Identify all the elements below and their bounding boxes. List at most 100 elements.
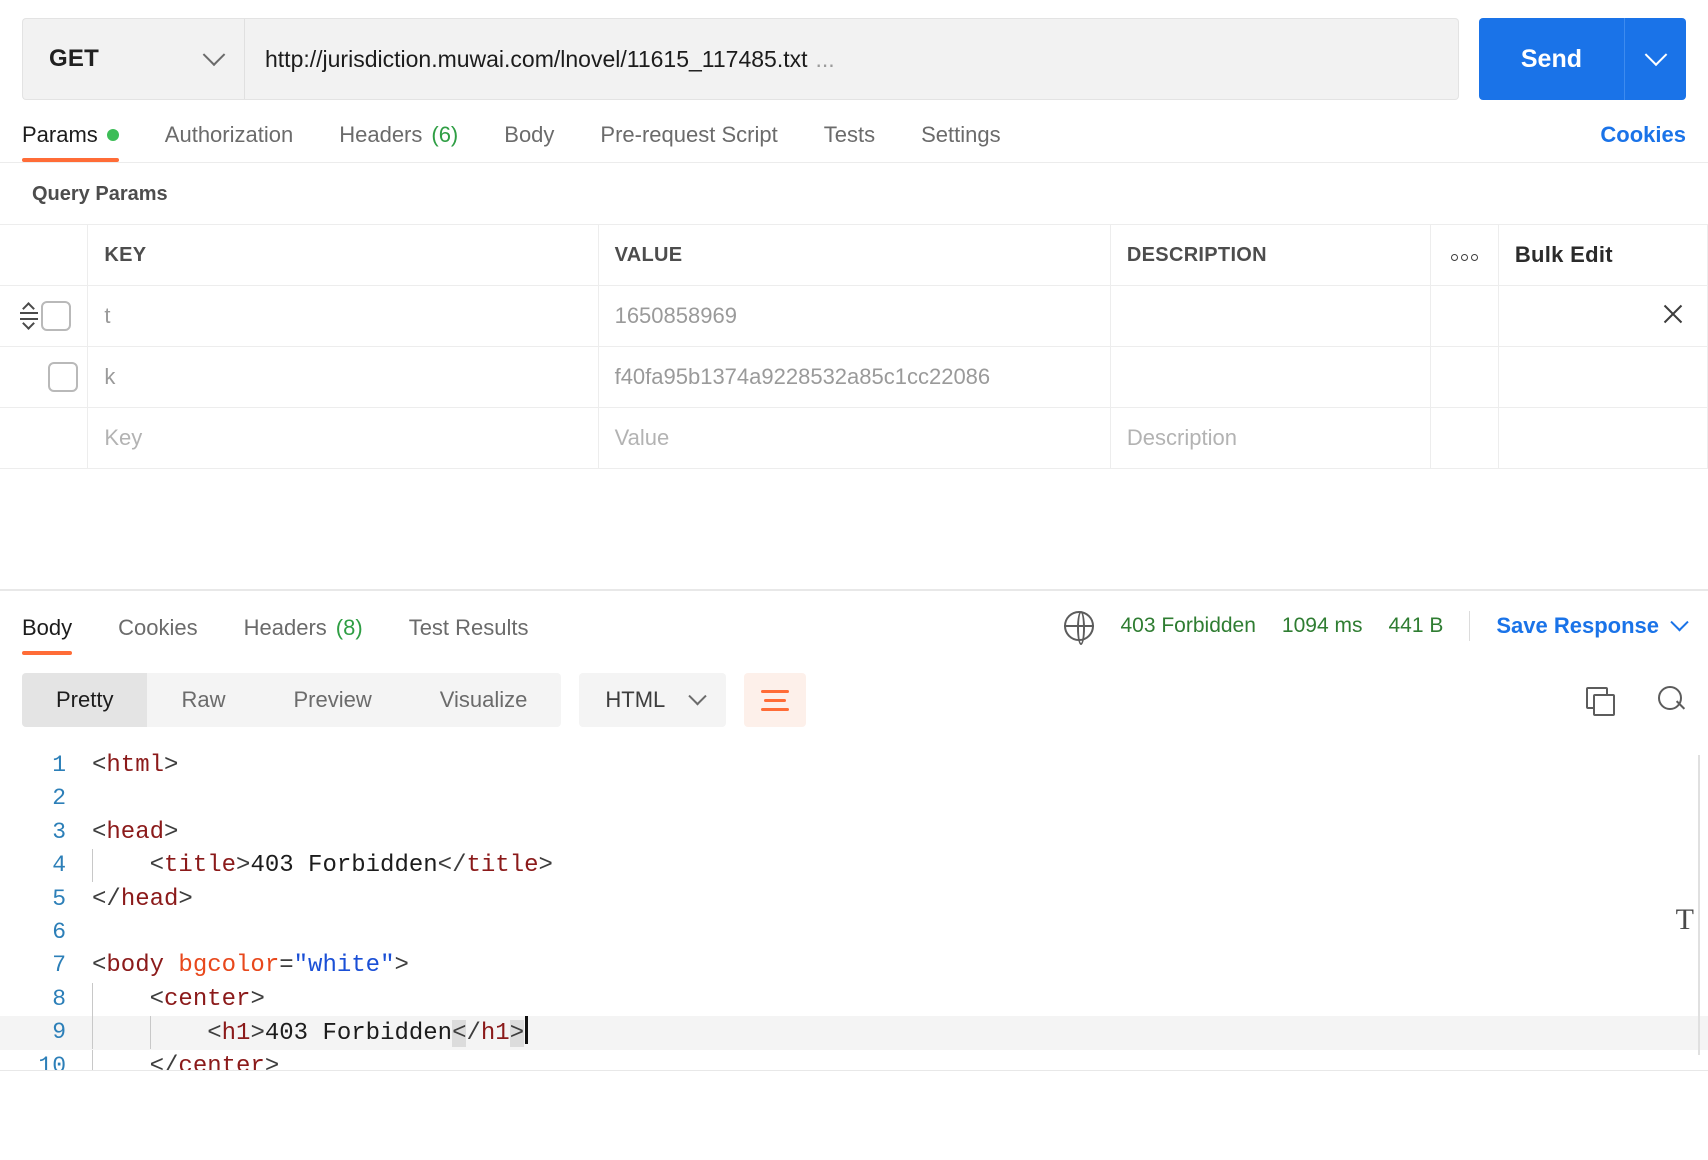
code-token-punct: > [164, 818, 179, 846]
http-method-select[interactable]: GET [22, 18, 244, 100]
new-param-row[interactable]: Key Value Description [0, 407, 1708, 469]
response-tab-headers-count: (8) [335, 615, 363, 640]
view-raw-button[interactable]: Raw [147, 673, 259, 727]
tab-body-label: Body [504, 122, 555, 147]
response-status[interactable]: 403 Forbidden [1120, 614, 1255, 638]
line-number: 7 [52, 952, 66, 979]
tab-authorization[interactable]: Authorization [165, 122, 293, 162]
response-language-select[interactable]: HTML [579, 673, 727, 727]
row-delete-cell [1498, 346, 1708, 408]
code-line[interactable]: 9 <h1>403 Forbidden</h1> [0, 1015, 1708, 1050]
row-description-cell[interactable] [1110, 346, 1431, 408]
bulk-edit-label: Bulk Edit [1514, 242, 1613, 267]
line-number: 4 [52, 852, 66, 879]
code-token-punct: / [466, 1019, 481, 1047]
drag-handle-icon[interactable] [18, 302, 39, 330]
tab-params[interactable]: Params [22, 122, 119, 162]
code-line[interactable]: 8 <center> [0, 982, 1708, 1016]
tab-pre-request-script-label: Pre-request Script [600, 122, 778, 147]
code-line[interactable]: 4 <title>403 Forbidden</title> [0, 849, 1708, 883]
indent-guide [92, 1015, 93, 1049]
code-text: <body bgcolor="white"> [92, 949, 409, 982]
line-number: 8 [52, 985, 66, 1012]
delete-row-button[interactable] [1661, 302, 1691, 331]
response-body-toolbar: Pretty Raw Preview Visualize HTML [0, 655, 1708, 741]
response-tab-cookies[interactable]: Cookies [118, 615, 197, 655]
search-icon[interactable] [1658, 686, 1686, 714]
code-text: <head> [92, 816, 178, 849]
new-row-value-placeholder: Value [614, 425, 670, 450]
tab-body[interactable]: Body [504, 122, 554, 162]
tab-headers[interactable]: Headers (6) [339, 122, 458, 162]
request-pane-spacer [0, 469, 1708, 589]
code-text: </head> [92, 883, 193, 916]
code-line[interactable]: 2 [0, 782, 1708, 815]
tab-pre-request-script[interactable]: Pre-request Script [600, 122, 777, 162]
row-checkbox[interactable] [48, 362, 78, 392]
send-options-button[interactable] [1624, 18, 1686, 100]
indent-guide [92, 1049, 93, 1071]
table-row[interactable]: k f40fa95b1374a9228532a85c1cc22086 [0, 346, 1708, 408]
row-key-cell[interactable]: t [87, 285, 599, 347]
new-row-key-cell[interactable]: Key [87, 407, 599, 469]
query-params-table: KEY VALUE DESCRIPTION Bulk Edit t 165085… [0, 224, 1708, 469]
response-size[interactable]: 441 B [1388, 614, 1443, 638]
response-time[interactable]: 1094 ms [1282, 614, 1363, 638]
code-token-text: 403 Forbidden [250, 852, 438, 880]
response-view-segmented-control: Pretty Raw Preview Visualize [22, 673, 562, 727]
row-key-cell[interactable]: k [87, 346, 599, 408]
code-line[interactable]: 10 </center> [0, 1049, 1708, 1071]
request-url-input[interactable]: http://jurisdiction.muwai.com/lnovel/116… [244, 18, 1459, 100]
view-preview-button[interactable]: Preview [259, 673, 405, 727]
line-number: 5 [52, 885, 66, 912]
row-controls [0, 285, 89, 347]
indent-guide [92, 982, 93, 1016]
tab-tests[interactable]: Tests [824, 122, 875, 162]
row-description-cell[interactable] [1110, 285, 1431, 347]
response-tab-headers[interactable]: Headers (8) [244, 615, 363, 655]
send-button-group: Send [1478, 18, 1686, 100]
tab-headers-count: (6) [431, 122, 459, 147]
table-row[interactable]: t 1650858969 [0, 285, 1708, 347]
response-body-code-editor[interactable]: 1 <html> 2 3 <head> 4 <title>403 Forbidden</t… [0, 741, 1708, 1071]
view-visualize-button[interactable]: Visualize [406, 673, 562, 727]
code-token-punct: > [178, 885, 193, 913]
response-tab-test-results[interactable]: Test Results [409, 615, 529, 655]
save-response-label: Save Response [1496, 613, 1659, 638]
response-tab-body[interactable]: Body [22, 615, 73, 655]
code-token-punct: < [207, 1019, 222, 1047]
bulk-edit-button[interactable]: Bulk Edit [1498, 224, 1708, 286]
tab-settings[interactable]: Settings [921, 122, 1001, 162]
tab-params-label: Params [22, 122, 98, 147]
row-value-cell[interactable]: f40fa95b1374a9228532a85c1cc22086 [598, 346, 1111, 408]
code-token-attr: bgcolor [178, 952, 280, 980]
new-row-key-placeholder: Key [104, 425, 143, 450]
response-tab-test-results-label: Test Results [408, 615, 529, 640]
copy-icon[interactable] [1586, 687, 1615, 716]
editor-vertical-scrollbar[interactable] [1698, 755, 1700, 1055]
editor-bottom-divider [0, 1070, 1708, 1071]
code-line[interactable]: 7 <body bgcolor="white"> [0, 949, 1708, 982]
send-button[interactable]: Send [1478, 18, 1624, 100]
header-options-button[interactable] [1430, 224, 1499, 286]
code-token-punct: > [538, 852, 553, 880]
line-number: 2 [52, 785, 66, 812]
code-text: <html> [92, 749, 178, 782]
row-spacer-cell [1430, 285, 1499, 347]
code-line[interactable]: 3 <head> [0, 816, 1708, 849]
new-row-value-cell[interactable]: Value [598, 407, 1111, 469]
cookies-link[interactable]: Cookies [1600, 122, 1686, 162]
new-row-description-cell[interactable]: Description [1110, 407, 1431, 469]
save-response-button[interactable]: Save Response [1496, 612, 1689, 639]
line-number: 10 [38, 1052, 66, 1071]
new-row-description-placeholder: Description [1126, 425, 1237, 450]
code-token-punct: > [250, 985, 265, 1013]
code-line[interactable]: 1 <html> [0, 749, 1708, 782]
row-checkbox[interactable] [41, 301, 72, 331]
view-pretty-button[interactable]: Pretty [22, 673, 148, 727]
word-wrap-toggle[interactable] [744, 673, 807, 727]
code-line[interactable]: 6 [0, 916, 1708, 949]
response-tab-body-label: Body [22, 615, 73, 640]
row-value-cell[interactable]: 1650858969 [598, 285, 1111, 347]
code-line[interactable]: 5 </head> [0, 883, 1708, 916]
